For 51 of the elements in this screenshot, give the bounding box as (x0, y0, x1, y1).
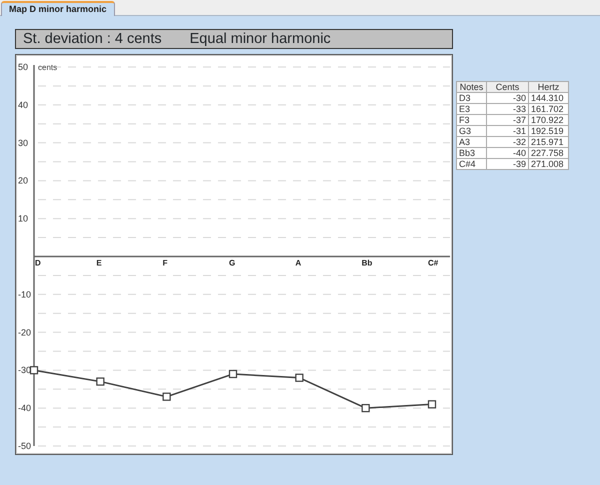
column-header[interactable]: Notes (456, 82, 486, 92)
category-label: E (96, 258, 102, 268)
axis-title: cents (38, 63, 58, 72)
tick-label: 20 (18, 176, 28, 186)
category-label: D (35, 258, 41, 268)
table-cell: 170.922 (528, 114, 568, 126)
column-header[interactable]: Cents (486, 82, 528, 92)
tick-label: 40 (18, 100, 28, 110)
tick-label: 50 (18, 62, 28, 72)
table-cell: E3 (456, 104, 486, 114)
table-cell: G3 (456, 126, 486, 136)
tick-label: 30 (18, 138, 28, 148)
table-cell: -30 (486, 92, 528, 104)
data-point (30, 366, 38, 374)
table-cell: -33 (486, 104, 528, 114)
tick-label: -50 (18, 441, 32, 451)
table-cell: 144.310 (528, 92, 568, 104)
table-cell: -32 (486, 136, 528, 148)
table-cell: 215.971 (528, 136, 568, 148)
tab[interactable]: Map D minor harmonic (1, 1, 115, 16)
table-cell: 161.702 (528, 104, 568, 114)
data-point (295, 374, 304, 382)
column-header[interactable]: Hertz (528, 82, 568, 92)
table-cell: -39 (486, 158, 528, 170)
tick-label: -10 (18, 289, 32, 300)
category-label: G (229, 258, 236, 268)
data-point (362, 404, 370, 412)
data-point (428, 400, 436, 408)
table-cell: D3 (456, 92, 486, 104)
table-cell: A3 (456, 136, 486, 148)
tick-label: 10 (18, 214, 28, 224)
table-cell: 271.008 (528, 158, 568, 170)
category-label: Bb (362, 258, 372, 268)
table-cell: -37 (486, 114, 528, 126)
table-cell: F3 (456, 114, 486, 126)
data-point (162, 392, 171, 401)
temperament-label: Equal minor harmonic (190, 30, 331, 48)
tick-label: -20 (18, 327, 32, 338)
category-label: A (295, 258, 302, 268)
table-cell: C#4 (456, 158, 486, 170)
data-point (96, 377, 104, 386)
deviation-label: St. deviation : 4 cents (23, 30, 162, 48)
table-cell: 192.519 (528, 126, 568, 136)
table-cell: -40 (486, 148, 528, 158)
category-label: F (162, 258, 168, 268)
table-cell: 227.758 (528, 148, 568, 158)
category-label: C# (428, 258, 438, 268)
table-cell: Bb3 (456, 148, 486, 158)
tick-label: -40 (18, 403, 32, 414)
table-cell: -31 (486, 126, 528, 136)
data-point (228, 370, 238, 378)
